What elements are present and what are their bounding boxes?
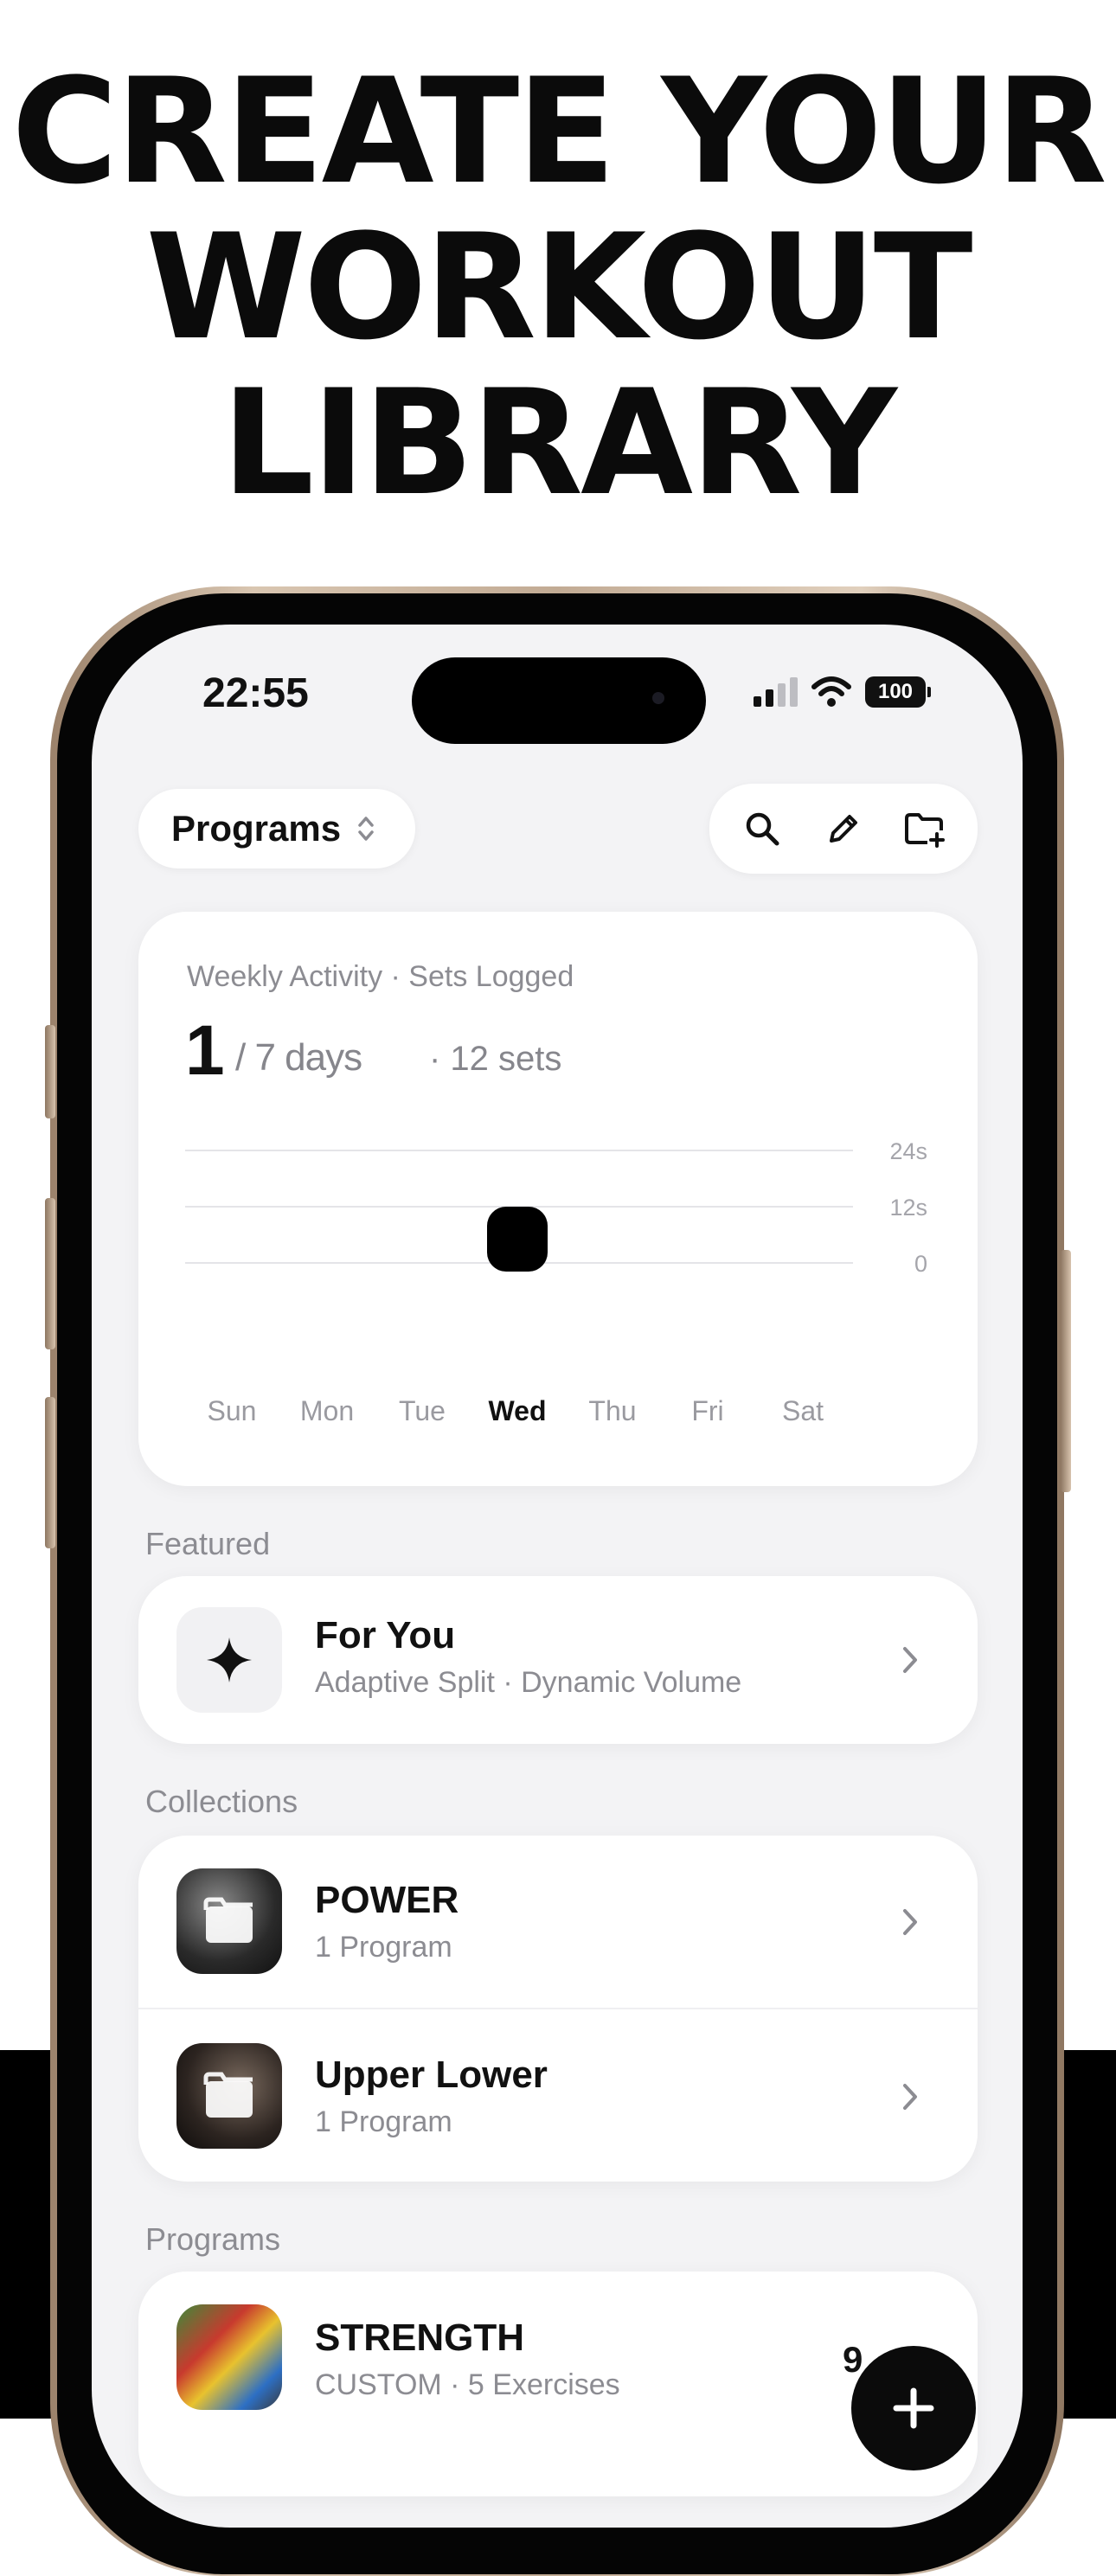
headline-line-3: LIBRARY: [221, 358, 897, 528]
cellular-signal-icon: [754, 677, 798, 707]
program-subtitle: CUSTOM · 5 Exercises: [315, 2368, 620, 2401]
chevron-right-icon: [895, 1644, 926, 1676]
chart-x-label-sun: Sun: [208, 1395, 257, 1426]
search-icon: [746, 812, 779, 846]
chart-x-label-wed: Wed: [489, 1395, 547, 1426]
program-title: STRENGTH: [315, 2316, 524, 2359]
headline: CREATE YOUR WORKOUT LIBRARY: [0, 54, 1116, 521]
battery-icon: 100: [865, 676, 931, 708]
featured-card: For You Adaptive Split · Dynamic Volume: [138, 1576, 978, 1744]
collection-subtitle: 1 Program: [315, 1931, 452, 1964]
chevron-right-icon: [895, 2081, 926, 2112]
chevron-right-icon: [895, 1906, 926, 1938]
featured-item-subtitle: Adaptive Split · Dynamic Volume: [315, 1666, 742, 1699]
collection-row-power[interactable]: POWER 1 Program: [138, 1836, 978, 2009]
headline-line-1: CREATE YOUR: [11, 47, 1107, 216]
collections-card: POWER 1 Program Upper Lower 1 Program: [138, 1836, 978, 2182]
search-button[interactable]: [736, 803, 788, 855]
programs-selector[interactable]: Programs: [138, 789, 415, 868]
chevron-up-down-icon: [358, 817, 374, 841]
folder-icon: [203, 1897, 253, 1943]
folder-plus-icon: [905, 813, 945, 848]
programs-selector-label: Programs: [171, 808, 342, 849]
status-icons: 100: [754, 676, 931, 708]
volume-down-button: [45, 1397, 55, 1548]
chart-y-tick-label: 12s: [889, 1195, 927, 1221]
action-toolbar: [709, 784, 978, 874]
featured-item-title: For You: [315, 1614, 456, 1656]
sparkle-icon: [207, 1637, 252, 1682]
chart-x-label-thu: Thu: [588, 1395, 636, 1426]
edit-button[interactable]: [818, 803, 869, 855]
headline-line-2: WORKOUT: [145, 202, 973, 372]
wifi-icon: [811, 676, 851, 707]
phone-screen: 22:55 100 Programs Weekly Activity · Set…: [92, 625, 1023, 2528]
collection-row-upper-lower[interactable]: Upper Lower 1 Program: [138, 2009, 978, 2182]
programs-section-label: Programs: [145, 2221, 281, 2257]
collections-section-label: Collections: [145, 1784, 298, 1819]
chart-bar-wed: [487, 1207, 548, 1272]
battery-level: 100: [877, 680, 914, 703]
chart-x-label-tue: Tue: [399, 1395, 446, 1426]
power-button: [1061, 1250, 1071, 1492]
volume-up-button: [45, 1198, 55, 1349]
weekly-activity-chart: 0 12s 24s Sun Mon Tue Wed Thu Fri Sat: [185, 1138, 927, 1426]
side-button: [45, 1025, 55, 1118]
chart-x-label-fri: Fri: [691, 1395, 723, 1426]
chart-y-tick-label: 24s: [889, 1138, 927, 1164]
chart-y-tick-label: 0: [914, 1251, 927, 1277]
chart-x-label-sat: Sat: [782, 1395, 824, 1426]
pencil-icon: [830, 815, 857, 843]
chart-x-label-mon: Mon: [300, 1395, 354, 1426]
program-count: 9: [843, 2339, 863, 2380]
featured-row-for-you[interactable]: For You Adaptive Split · Dynamic Volume: [138, 1576, 978, 1744]
collection-title: POWER: [315, 1879, 459, 1921]
collection-subtitle: 1 Program: [315, 2105, 452, 2138]
featured-section-label: Featured: [145, 1526, 271, 1561]
for-you-icon-tile: [176, 1607, 282, 1713]
weekly-activity-card[interactable]: Weekly Activity · Sets Logged 1 / 7 days…: [138, 912, 978, 1486]
upper-lower-thumbnail: [176, 2043, 282, 2149]
status-time: 22:55: [202, 670, 309, 716]
plus-icon: [893, 2387, 934, 2429]
new-folder-button[interactable]: [899, 803, 951, 855]
programs-card: STRENGTH CUSTOM · 5 Exercises: [138, 2272, 978, 2496]
dynamic-island: [412, 657, 706, 744]
strength-thumbnail: [176, 2304, 282, 2410]
collection-title: Upper Lower: [315, 2054, 548, 2096]
folder-icon: [203, 2072, 253, 2118]
power-thumbnail: [176, 1868, 282, 1974]
add-button[interactable]: [851, 2346, 976, 2470]
camera-dot: [652, 692, 664, 704]
